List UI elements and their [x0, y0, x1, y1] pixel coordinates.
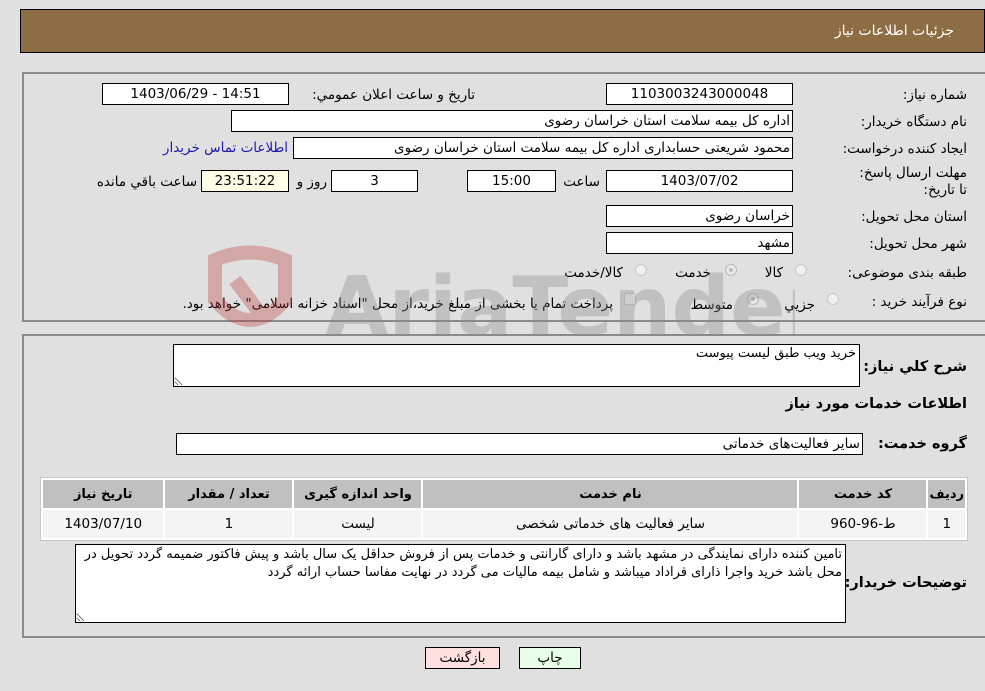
table-header-row: ردیف کد خدمت نام خدمت واحد اندازه گیری ت…	[43, 480, 965, 508]
remaining-time-field: 23:51:22	[201, 170, 289, 192]
category-goods-radio[interactable]	[795, 264, 807, 276]
general-description-textarea[interactable]: خرید ویب طبق لیست پیوست	[173, 344, 860, 387]
need-number-field: 1103003243000048	[606, 83, 793, 105]
page-header: جزئیات اطلاعات نیاز	[20, 9, 985, 53]
category-goods-service-radio[interactable]	[635, 264, 647, 276]
treasury-bonds-note: پرداخت تمام یا بخشی از مبلغ خرید،از محل …	[182, 296, 613, 312]
buyer-notes-label: توضیحات خریدار:	[844, 575, 967, 591]
table-row: 1 ط-96-960 سایر فعالیت های خدماتی شخصی ل…	[43, 510, 965, 538]
col-header-quantity: تعداد / مقدار	[165, 480, 293, 508]
remaining-days-field: 3	[331, 170, 418, 192]
announce-datetime-label: تاریخ و ساعت اعلان عمومي:	[312, 87, 475, 103]
deadline-time-field: 15:00	[467, 170, 556, 192]
purchase-type-minor-radio[interactable]	[827, 293, 839, 305]
delivery-province-label: استان محل تحویل:	[861, 209, 967, 225]
buyer-contact-link[interactable]: اطلاعات تماس خریدار	[163, 140, 288, 156]
cell-service-name: سایر فعالیت های خدماتی شخصی	[423, 510, 798, 538]
announce-datetime-field: 1403/06/29 - 14:51	[102, 83, 289, 105]
remaining-days-label: روز و	[296, 174, 327, 190]
delivery-city-label: شهر محل تحویل:	[869, 236, 967, 252]
delivery-province-field: خراسان رضوی	[606, 205, 793, 227]
cell-service-code: ط-96-960	[799, 510, 927, 538]
purchase-type-medium-radio[interactable]	[747, 293, 759, 305]
col-header-service-code: کد خدمت	[799, 480, 927, 508]
deadline-date-field: 1403/07/02	[606, 170, 793, 192]
back-button[interactable]: بازگشت	[425, 647, 500, 669]
print-button[interactable]: چاپ	[519, 647, 581, 669]
services-section-title: اطلاعات خدمات مورد نیاز	[785, 396, 967, 412]
category-label: طبقه بندی موضوعی:	[847, 265, 967, 281]
treasury-bonds-checkbox[interactable]	[624, 293, 636, 305]
general-description-label: شرح کلي نياز:	[863, 359, 967, 375]
deadline-label: مهلت ارسال پاسخ: تا تاریخ:	[859, 165, 967, 198]
col-header-service-name: نام خدمت	[423, 480, 798, 508]
cell-quantity: 1	[165, 510, 293, 538]
buyer-org-field: اداره کل بیمه سلامت استان خراسان رضوی	[231, 110, 793, 132]
services-table: ردیف کد خدمت نام خدمت واحد اندازه گیری ت…	[40, 477, 968, 541]
remaining-time-label: ساعت باقي مانده	[96, 174, 197, 190]
page-title: جزئیات اطلاعات نیاز	[834, 23, 954, 39]
cell-need-date: 1403/07/10	[43, 510, 164, 538]
requester-field: محمود شریعتی حسابداری اداره کل بیمه سلام…	[293, 137, 793, 159]
deadline-time-label: ساعت	[563, 174, 600, 190]
delivery-city-field: مشهد	[606, 232, 793, 254]
category-goods-label: کالا	[764, 265, 783, 281]
buyer-org-label: نام دستگاه خریدار:	[860, 114, 967, 130]
service-group-label: گروه خدمت:	[877, 436, 967, 452]
category-goods-service-label: کالا/خدمت	[564, 265, 623, 281]
category-service-radio[interactable]	[725, 264, 737, 276]
col-header-row-number: ردیف	[928, 480, 965, 508]
col-header-need-date: تاریخ نیاز	[43, 480, 164, 508]
cell-row-number: 1	[928, 510, 965, 538]
col-header-unit: واحد اندازه گیری	[294, 480, 422, 508]
service-group-field: سایر فعالیت‌های خدماتی	[176, 433, 863, 455]
need-number-label: شماره نیاز:	[902, 87, 967, 103]
purchase-type-label: نوع فرآیند خرید :	[871, 294, 967, 310]
cell-unit: لیست	[294, 510, 422, 538]
requester-label: ایجاد کننده درخواست:	[842, 141, 967, 157]
purchase-type-medium-label: متوسط	[690, 297, 733, 313]
category-service-label: خدمت	[675, 265, 711, 281]
buyer-notes-textarea[interactable]: تامین کننده دارای نمایندگی در مشهد باشد …	[75, 544, 846, 623]
purchase-type-minor-label: جزيي	[784, 297, 815, 313]
